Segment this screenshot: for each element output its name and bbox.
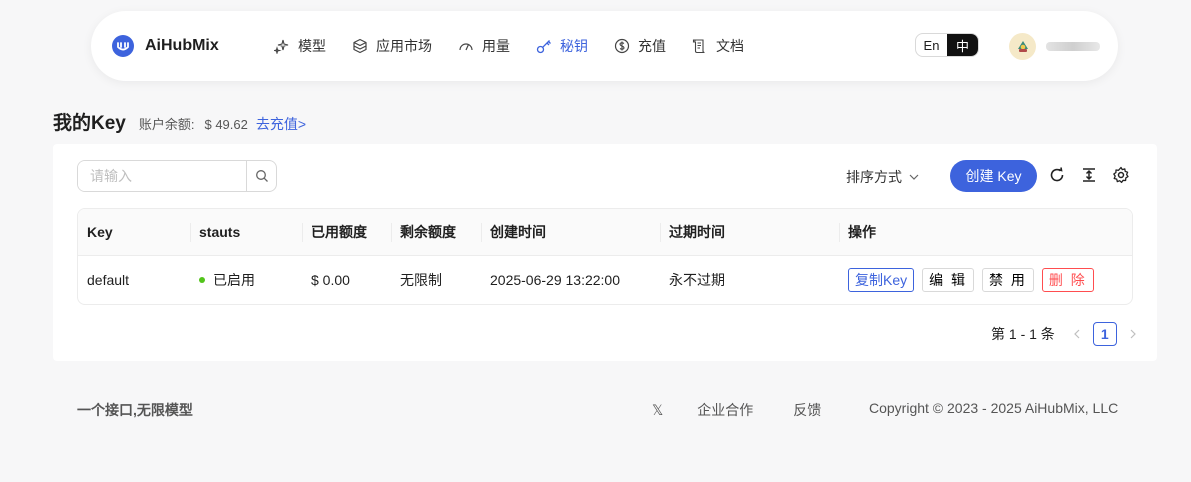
cell-status: 已启用 <box>199 256 255 304</box>
footer-link-business[interactable]: 企业合作 <box>697 400 753 420</box>
pagination-summary: 第 1 - 1 条 <box>991 326 1055 342</box>
search-icon <box>255 170 268 182</box>
balance-label: 账户余额: <box>138 117 195 132</box>
footer-link-feedback[interactable]: 反馈 <box>793 400 821 420</box>
search-button[interactable] <box>246 161 276 191</box>
logo-icon <box>112 35 134 57</box>
keys-card: 排序方式 创建 Key Key stauts 已用额度 剩余额度 创建时间 过期… <box>53 144 1157 361</box>
nav-item-docs[interactable]: 文档 <box>692 36 744 56</box>
user-avatar-icon <box>1017 40 1028 52</box>
language-switch: En 中 <box>915 33 979 57</box>
sort-dropdown[interactable]: 排序方式 <box>846 167 920 187</box>
page-header: 我的Key 账户余额: $ 49.62 去充值> <box>53 108 306 135</box>
cell-remaining: 无限制 <box>400 272 442 288</box>
nav-item-app-market[interactable]: 应用市场 <box>352 36 432 56</box>
sparkle-icon <box>274 39 289 54</box>
cell-created: 2025-06-29 13:22:00 <box>490 272 620 288</box>
column-header-created: 创建时间 <box>481 209 546 255</box>
chevron-right-icon <box>1130 329 1136 339</box>
column-header-remaining: 剩余额度 <box>391 209 456 255</box>
pagination: 第 1 - 1 条 1 <box>991 322 1145 346</box>
column-header-status: stauts <box>189 209 240 255</box>
nav-item-label: 应用市场 <box>376 38 432 54</box>
brand-logo[interactable]: AiHubMix <box>112 35 219 57</box>
main-nav: 模型 应用市场 用量 秘钥 充值 文档 <box>274 36 770 56</box>
page-title: 我的Key <box>53 113 126 134</box>
balance-value: $ 49.62 <box>204 117 248 132</box>
edit-button[interactable]: 编 辑 <box>922 268 975 292</box>
avatar[interactable] <box>1009 33 1036 60</box>
disable-button[interactable]: 禁 用 <box>982 268 1034 292</box>
nav-item-keys[interactable]: 秘钥 <box>536 36 588 56</box>
nav-item-label: 模型 <box>298 38 326 54</box>
gear-icon[interactable] <box>1112 166 1130 184</box>
scroll-icon <box>692 39 705 54</box>
brand-name: AiHubMix <box>145 37 219 54</box>
username-redacted[interactable] <box>1046 42 1100 51</box>
nav-item-label: 用量 <box>482 38 510 54</box>
keys-table: Key stauts 已用额度 剩余额度 创建时间 过期时间 操作 defaul… <box>77 208 1133 305</box>
nav-item-label: 秘钥 <box>560 38 588 54</box>
page-number-button[interactable]: 1 <box>1092 322 1117 346</box>
refresh-icon[interactable] <box>1048 166 1066 184</box>
cell-actions: 复制Key 编 辑 禁 用 删 除 <box>848 256 1102 304</box>
column-header-key: Key <box>87 224 113 240</box>
topup-link[interactable]: 去充值> <box>256 114 306 134</box>
status-dot-icon <box>199 277 205 283</box>
column-header-expires: 过期时间 <box>660 209 725 255</box>
table-row: default 已启用 $ 0.00 无限制 2025-06-29 13:22:… <box>78 256 1132 304</box>
next-page-button[interactable] <box>1121 329 1145 339</box>
dollar-icon <box>614 38 630 54</box>
top-navbar: AiHubMix 模型 应用市场 用量 秘钥 充值 文档 En 中 <box>91 11 1118 81</box>
gauge-icon <box>459 43 473 51</box>
column-header-actions: 操作 <box>839 209 876 255</box>
table-header: Key stauts 已用额度 剩余额度 创建时间 过期时间 操作 <box>78 209 1132 256</box>
delete-button[interactable]: 删 除 <box>1041 268 1094 292</box>
status-text: 已启用 <box>213 272 255 288</box>
create-key-button[interactable]: 创建 Key <box>950 160 1037 192</box>
nav-item-recharge[interactable]: 充值 <box>614 36 666 56</box>
cell-key: default <box>87 272 130 288</box>
cell-expires: 永不过期 <box>669 272 725 288</box>
nav-item-label: 充值 <box>638 38 666 54</box>
search-input[interactable] <box>78 161 246 191</box>
sort-label: 排序方式 <box>846 169 902 185</box>
cell-used: $ 0.00 <box>311 272 350 288</box>
nav-item-models[interactable]: 模型 <box>274 36 326 56</box>
search-box <box>77 160 277 192</box>
nav-item-usage[interactable]: 用量 <box>458 36 510 56</box>
column-header-used: 已用额度 <box>302 209 367 255</box>
column-height-icon[interactable] <box>1080 166 1098 184</box>
lang-en-option[interactable]: En <box>916 34 947 56</box>
chevron-left-icon <box>1073 329 1080 339</box>
chevron-down-icon <box>909 174 919 180</box>
lang-zh-option[interactable]: 中 <box>947 34 978 56</box>
copy-key-button[interactable]: 复制Key <box>848 268 915 292</box>
footer-slogan: 一个接口,无限模型 <box>77 402 193 418</box>
key-icon <box>536 40 551 54</box>
prev-page-button[interactable] <box>1065 329 1089 339</box>
nav-item-label: 文档 <box>716 38 744 54</box>
cube-icon <box>353 38 367 54</box>
copyright-text: Copyright © 2023 - 2025 AiHubMix, LLC <box>869 400 1119 416</box>
footer-links: 𝕏 企业合作 反馈 <box>652 400 821 420</box>
x-link[interactable]: 𝕏 <box>652 402 663 419</box>
